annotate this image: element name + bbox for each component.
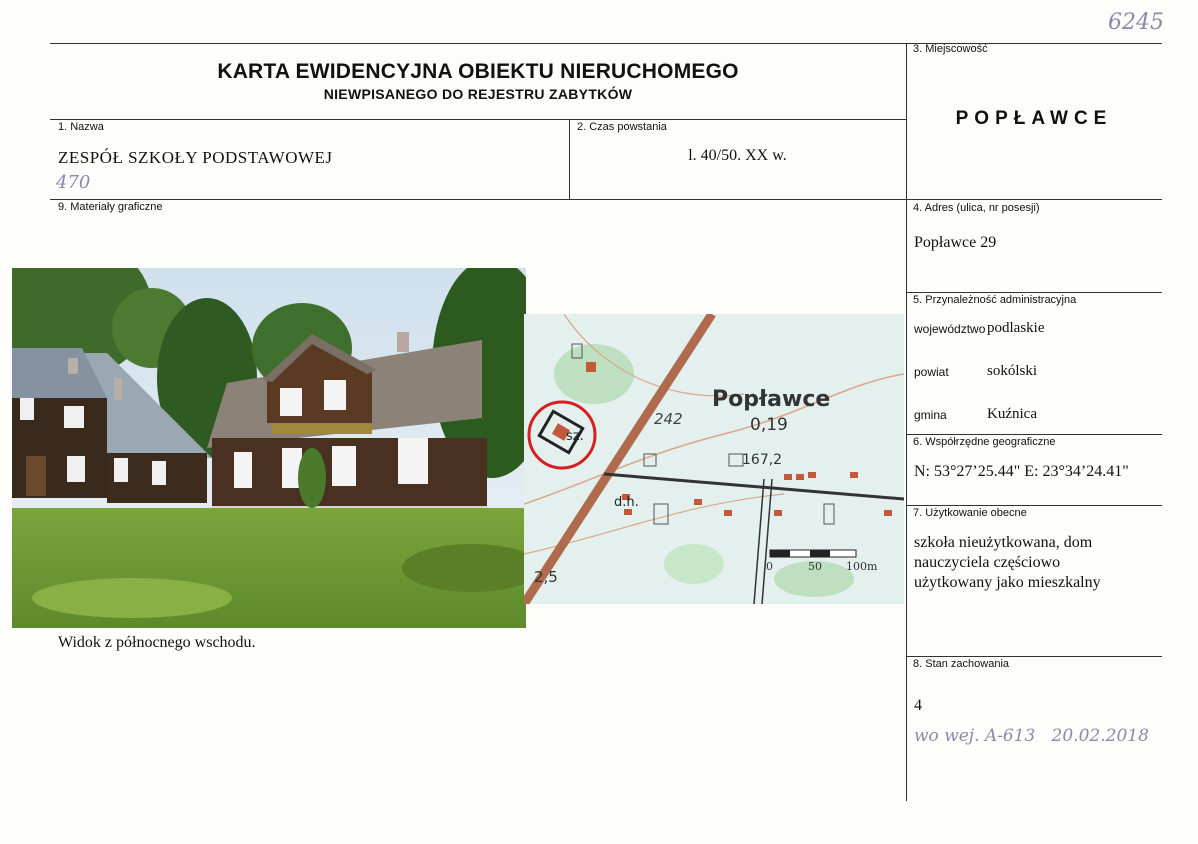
county-label: powiat bbox=[914, 365, 949, 379]
map-label-25: 2,5 bbox=[534, 568, 558, 586]
address-label: 4. Adres (ulica, nr posesji) bbox=[913, 202, 1040, 214]
map-place-name: Popławce bbox=[712, 387, 830, 412]
rule-under-title bbox=[50, 119, 906, 120]
map-area: 0,19 bbox=[750, 415, 788, 435]
date-value: l. 40/50. XX w. bbox=[688, 147, 787, 164]
coordinates-label: 6. Współrzędne geograficzne bbox=[913, 436, 1056, 448]
county-value: sokólski bbox=[987, 363, 1038, 379]
voivodeship-label: województwo bbox=[914, 322, 986, 336]
photo-caption: Widok z północnego wschodu. bbox=[58, 634, 256, 651]
name-value: ZESPÓŁ SZKOŁY PODSTAWOWEJ bbox=[58, 148, 333, 167]
usage-label: 7. Użytkowanie obecne bbox=[913, 507, 1027, 519]
address-value: Popławce 29 bbox=[914, 234, 997, 251]
right-column-divider bbox=[906, 43, 907, 801]
map-label-dh: d.h. bbox=[614, 495, 639, 510]
date-label: 2. Czas powstania bbox=[577, 121, 667, 133]
register-handwritten-note: wo wej. A-613 20.02.2018 bbox=[914, 726, 1149, 746]
commune-value: Kuźnica bbox=[987, 406, 1037, 422]
rule-address bbox=[906, 292, 1162, 293]
condition-value: 4 bbox=[914, 697, 922, 714]
name-handwritten-number: 470 bbox=[56, 172, 91, 193]
usage-line-1: szkoła nieużytkowana, dom bbox=[914, 534, 1093, 551]
materials-label: 9. Materiały graficzne bbox=[58, 201, 163, 213]
map-scale-100: 100m bbox=[846, 560, 878, 573]
location-map: Popławce 0,19 242 167,2 sz. d.h. 2,5 0 5… bbox=[524, 314, 904, 604]
top-rule bbox=[50, 43, 1162, 44]
condition-label: 8. Stan zachowania bbox=[913, 658, 1010, 670]
place-label: 3. Miejscowość bbox=[913, 43, 988, 55]
archive-number: 6245 bbox=[1108, 10, 1164, 35]
map-label-school: sz. bbox=[566, 429, 584, 444]
map-scale-0: 0 bbox=[766, 560, 773, 573]
rule-coordinates bbox=[906, 434, 1162, 435]
commune-label: gmina bbox=[914, 408, 947, 422]
page-title: KARTA EWIDENCYJNA OBIEKTU NIERUCHOMEGO bbox=[217, 60, 739, 83]
map-scale-50: 50 bbox=[808, 560, 822, 573]
coordinates-value: N: 53°27’25.44" E: 23°34’24.41" bbox=[914, 463, 1129, 480]
rule-under-name bbox=[50, 199, 1162, 200]
rule-condition bbox=[906, 656, 1162, 657]
usage-line-3: użytkowany jako mieszkalny bbox=[914, 574, 1101, 591]
name-label: 1. Nazwa bbox=[58, 121, 104, 133]
usage-line-2: nauczyciela częściowo bbox=[914, 554, 1061, 571]
rule-usage bbox=[906, 505, 1162, 506]
map-elevation-2: 167,2 bbox=[742, 452, 782, 468]
voivodeship-value: podlaskie bbox=[987, 320, 1045, 336]
building-photo bbox=[12, 268, 526, 628]
map-elevation-1: 242 bbox=[654, 410, 683, 428]
page-subtitle: NIEWPISANEGO DO REJESTRU ZABYTKÓW bbox=[323, 86, 633, 102]
place-value: POPŁAWCE bbox=[955, 108, 1113, 129]
admin-label: 5. Przynależność administracyjna bbox=[913, 294, 1077, 306]
